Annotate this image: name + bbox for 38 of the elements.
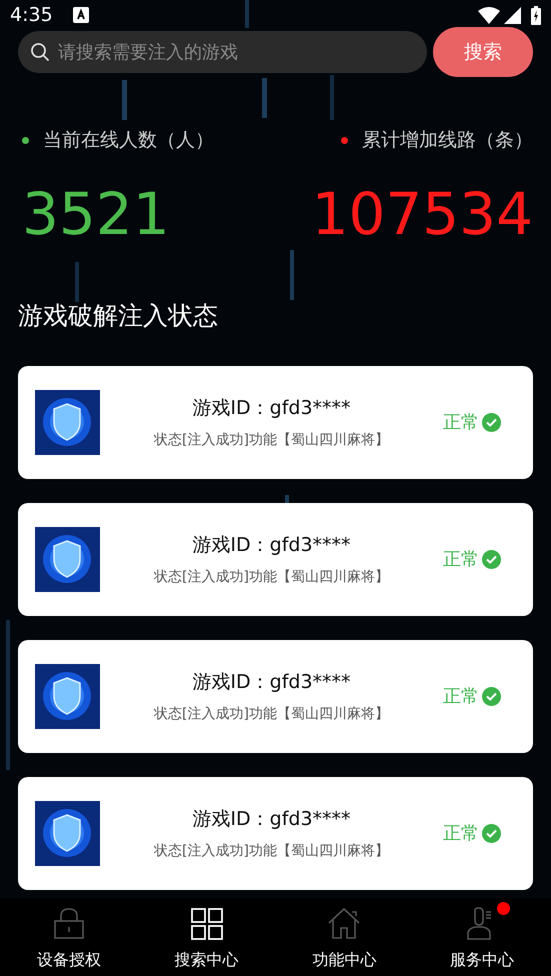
game-status-detail: 状态[注入成功]功能【蜀山四川麻将】 xyxy=(154,705,389,724)
stat-label: 累计增加线路（条） xyxy=(362,128,533,153)
section-title: 游戏破解注入状态 xyxy=(17,300,219,332)
shield-thumbnail-icon xyxy=(35,527,100,592)
keyboard-a-icon xyxy=(72,7,89,23)
game-id: 游戏ID：gfd3**** xyxy=(192,532,351,558)
nav-tab[interactable]: 设备授权 xyxy=(0,898,138,976)
game-status-detail: 状态[注入成功]功能【蜀山四川麻将】 xyxy=(154,568,389,588)
status-text: 正常 xyxy=(443,411,479,435)
game-status-detail: 状态[注入成功]功能【蜀山四川麻将】 xyxy=(154,842,389,862)
nav-tab[interactable]: 搜索中心 xyxy=(138,898,276,976)
game-card[interactable]: 游戏ID：gfd3**** 状态[注入成功]功能【蜀山四川麻将】 正常 xyxy=(18,777,533,890)
game-card[interactable]: 游戏ID：gfd3**** 状态[注入成功]功能【蜀山四川麻将】 正常 xyxy=(18,366,533,479)
shield-thumbnail-icon xyxy=(35,390,100,455)
game-id: 游戏ID：gfd3**** xyxy=(192,396,351,421)
status-text: 正常 xyxy=(443,548,479,572)
wifi-icon xyxy=(478,6,500,24)
search-field[interactable]: 请搜索需要注入的游戏 xyxy=(18,31,427,73)
home-icon xyxy=(326,906,362,942)
shield-thumbnail-icon xyxy=(35,801,100,866)
stat-value: 3521 xyxy=(22,184,170,242)
status-text: 正常 xyxy=(443,822,479,846)
signal-icon xyxy=(504,6,521,24)
stat-value: 107534 xyxy=(312,184,533,242)
game-id: 游戏ID：gfd3**** xyxy=(192,670,351,695)
game-card[interactable]: 游戏ID：gfd3**** 状态[注入成功]功能【蜀山四川麻将】 正常 xyxy=(18,503,533,616)
shield-thumbnail-icon xyxy=(35,664,100,729)
game-status-detail: 状态[注入成功]功能【蜀山四川麻将】 xyxy=(154,431,389,450)
grid-icon xyxy=(188,906,225,942)
game-id: 游戏ID：gfd3**** xyxy=(192,806,351,832)
nav-tab[interactable]: 服务中心 xyxy=(413,898,551,976)
battery-icon xyxy=(531,6,541,24)
search-icon xyxy=(30,42,50,62)
nav-tab[interactable]: 功能中心 xyxy=(276,898,414,976)
game-card[interactable]: 游戏ID：gfd3**** 状态[注入成功]功能【蜀山四川麻将】 正常 xyxy=(18,640,533,753)
status-time: 4:35 xyxy=(10,2,53,28)
stat-label: 当前在线人数（人） xyxy=(43,128,214,153)
status-text: 正常 xyxy=(443,685,479,709)
